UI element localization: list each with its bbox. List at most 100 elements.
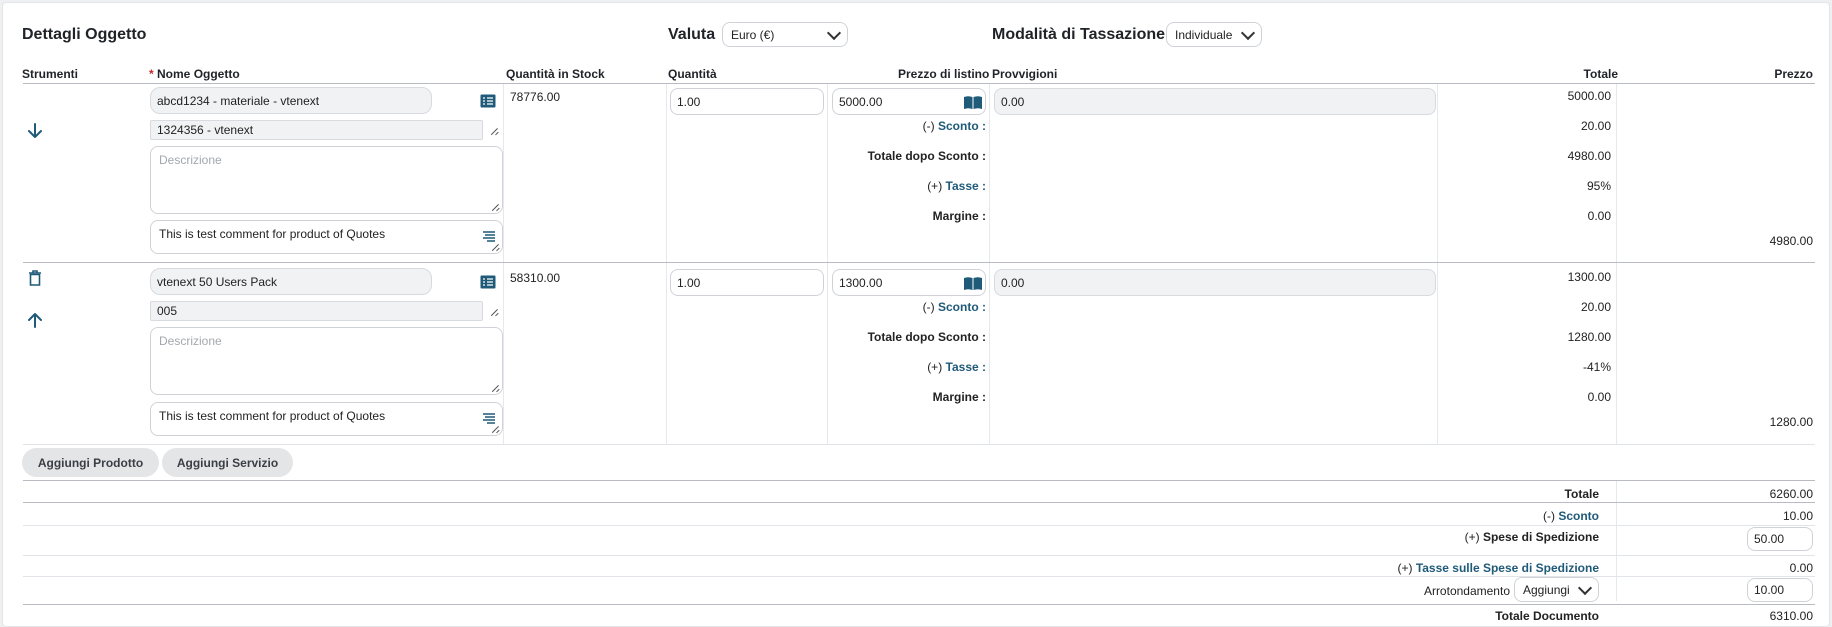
product-code-value: 1324356 - vtenext [157, 123, 254, 137]
column-divider [1616, 481, 1617, 601]
trash-icon[interactable] [28, 270, 42, 286]
discount-label[interactable]: (-) Sconto : [823, 119, 986, 133]
document-total-label: Totale Documento [1495, 609, 1599, 623]
rounding-label: Arrotondamento [1423, 584, 1510, 598]
resize-grip-icon[interactable] [491, 127, 499, 135]
discount-prefix: (-) [922, 300, 935, 314]
discount-label[interactable]: (-) Sconto : [823, 300, 986, 314]
header-divider [23, 83, 1815, 84]
margin-label: Margine : [932, 209, 986, 223]
row-total-after-discount-value: 1280.00 [1567, 330, 1611, 344]
product-code-field[interactable]: 1324356 - vtenext [150, 120, 483, 140]
column-divider [666, 84, 667, 444]
description-placeholder: Descrizione [159, 153, 222, 167]
column-header-stock: Quantità in Stock [506, 67, 605, 81]
column-divider [989, 84, 990, 444]
summary-discount-label[interactable]: (-) Sconto [1303, 509, 1599, 523]
description-placeholder: Descrizione [159, 334, 222, 348]
section-title: Dettagli Oggetto [22, 26, 147, 43]
comment-lines-icon[interactable] [482, 412, 496, 424]
product-name-field[interactable]: vtenext 50 Users Pack [150, 268, 432, 295]
rounding-mode-value: Aggiungi [1523, 582, 1570, 597]
rounding-mode-select[interactable]: Aggiungi [1514, 577, 1599, 602]
discount-prefix: (-) [922, 119, 935, 133]
commission-value: 0.00 [1001, 275, 1025, 290]
resize-grip-icon[interactable] [492, 243, 500, 251]
column-header-name: * Nome Oggetto [149, 67, 240, 81]
summary-divider [23, 525, 1815, 526]
discount-link[interactable]: Sconto : [938, 300, 986, 314]
comment-lines-icon[interactable] [482, 230, 496, 242]
column-header-quantity: Quantità [668, 67, 717, 81]
commission-field[interactable]: 0.00 [994, 269, 1436, 296]
row-margin-value: 0.00 [1587, 390, 1611, 404]
tax-link[interactable]: Tasse : [946, 179, 986, 193]
list-icon[interactable] [480, 275, 496, 289]
arrow-up-icon[interactable] [27, 311, 43, 329]
shipping-tax-prefix: (+) [1397, 561, 1413, 575]
add-service-button[interactable]: Aggiungi Servizio [162, 448, 293, 477]
column-header-total: Totale [1583, 67, 1618, 81]
shipping-tax-link[interactable]: Tasse sulle Spese di Spedizione [1416, 561, 1599, 575]
quantity-input[interactable]: 1.00 [670, 88, 824, 115]
add-product-button[interactable]: Aggiungi Prodotto [22, 448, 159, 477]
chevron-down-icon [1577, 580, 1593, 595]
tax-mode-label: Modalità di Tassazione [992, 26, 1166, 43]
row-net-price-value: 1280.00 [1769, 415, 1813, 429]
shipping-label: (+) Spese di Spedizione [1303, 530, 1599, 544]
resize-grip-icon[interactable] [492, 203, 500, 211]
row-total-value: 5000.00 [1567, 89, 1611, 103]
list-icon[interactable] [480, 94, 496, 108]
currency-select-value: Euro (€) [731, 27, 775, 42]
column-divider [1437, 84, 1438, 444]
quantity-input[interactable]: 1.00 [670, 269, 824, 296]
stock-value: 78776.00 [510, 90, 561, 104]
tax-label[interactable]: (+) Tasse : [823, 360, 986, 374]
shipping-value: 50.00 [1754, 532, 1785, 546]
product-code-value: 005 [157, 304, 178, 318]
row-divider [23, 262, 1815, 263]
row-tax-value: -41% [1582, 360, 1611, 374]
shipping-tax-label[interactable]: (+) Tasse sulle Spese di Spedizione [1303, 561, 1599, 575]
column-header-price: Prezzo [1774, 67, 1813, 81]
shipping-input[interactable]: 50.00 [1747, 527, 1813, 551]
tax-prefix: (+) [927, 360, 943, 374]
total-after-discount-label: Totale dopo Sconto : [867, 330, 986, 344]
stock-value: 58310.00 [510, 271, 561, 285]
product-name-field[interactable]: abcd1234 - materiale - vtenext [150, 87, 432, 114]
comment-textarea[interactable]: This is test comment for product of Quot… [150, 402, 503, 436]
summary-discount-link[interactable]: Sconto [1558, 509, 1599, 523]
column-header-tools: Strumenti [22, 67, 79, 81]
book-icon[interactable] [963, 95, 983, 110]
shipping-tax-value: 0.00 [1789, 561, 1813, 575]
tax-mode-select[interactable]: Individuale [1166, 22, 1262, 47]
description-textarea[interactable]: Descrizione [150, 146, 503, 214]
column-divider [1616, 84, 1617, 444]
row-discount-value: 20.00 [1580, 119, 1611, 133]
quantity-value: 1.00 [677, 94, 701, 109]
resize-grip-icon[interactable] [491, 308, 499, 316]
discount-link[interactable]: Sconto : [938, 119, 986, 133]
row-total-value: 1300.00 [1567, 270, 1611, 284]
column-header-name-label: Nome Oggetto [157, 67, 240, 81]
column-header-commissions: Provvigioni [992, 67, 1058, 81]
tax-label[interactable]: (+) Tasse : [823, 179, 986, 193]
description-textarea[interactable]: Descrizione [150, 327, 503, 395]
tax-link[interactable]: Tasse : [946, 360, 986, 374]
arrow-down-icon[interactable] [27, 122, 43, 140]
total-after-discount-label: Totale dopo Sconto : [867, 149, 986, 163]
comment-textarea[interactable]: This is test comment for product of Quot… [150, 220, 503, 254]
rounding-input[interactable]: 10.00 [1747, 578, 1813, 602]
comment-text: This is test comment for product of Quot… [159, 227, 386, 241]
resize-grip-icon[interactable] [492, 425, 500, 433]
resize-grip-icon[interactable] [492, 384, 500, 392]
comment-text: This is test comment for product of Quot… [159, 409, 386, 423]
book-icon[interactable] [963, 276, 983, 291]
currency-label: Valuta [668, 26, 716, 43]
item-details-panel: Dettagli Oggetto Valuta Euro (€) Modalit… [2, 2, 1830, 627]
commission-field[interactable]: 0.00 [994, 88, 1436, 115]
shipping-prefix: (+) [1464, 530, 1480, 544]
currency-select[interactable]: Euro (€) [722, 22, 848, 47]
product-code-field[interactable]: 005 [150, 301, 483, 321]
list-price-value: 1300.00 [839, 275, 883, 290]
